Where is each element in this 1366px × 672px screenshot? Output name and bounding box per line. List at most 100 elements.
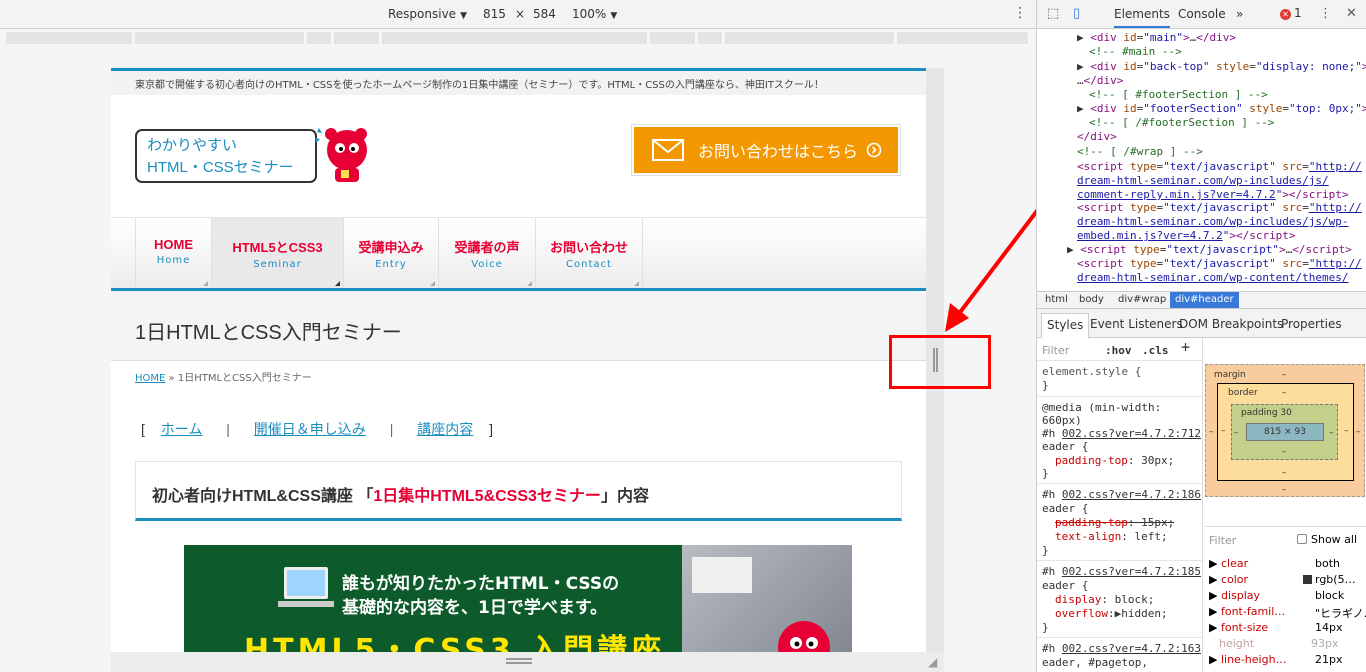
computed-filter-input[interactable]: Filter <box>1209 534 1236 547</box>
add-rule-icon[interactable]: + <box>1181 340 1190 355</box>
divider <box>1037 637 1202 638</box>
style-declaration[interactable]: padding-top: 15px; <box>1055 516 1174 529</box>
dom-node[interactable]: <script type="text/javascript" src="http… <box>1077 201 1362 215</box>
site-logo[interactable]: わかりやすい HTML・CSSセミナー <box>135 129 317 183</box>
box-border-right: – <box>1344 426 1349 436</box>
website-page: 東京都で開催する初心者向けのHTML・CSSを使ったホームページ制作の1日集中講… <box>111 68 926 652</box>
show-all-checkbox[interactable]: Show all <box>1297 533 1357 546</box>
expand-triangle-icon: ▶ <box>1209 589 1221 602</box>
dom-node[interactable]: <script type="text/javascript" src="http… <box>1077 160 1362 174</box>
styles-filter-input[interactable]: Filter <box>1042 344 1069 357</box>
dom-node[interactable]: ▶ <script type="text/javascript">…</scri… <box>1067 243 1352 257</box>
cls-toggle[interactable]: .cls <box>1142 344 1169 357</box>
dom-node[interactable]: dream-html-seminar.com/wp-includes/js/wp… <box>1077 215 1349 229</box>
style-rule[interactable]: #h 002.css?ver=4.7.2:712 <box>1042 427 1201 440</box>
subtab-dom-breakpoints[interactable]: DOM Breakpoints <box>1179 317 1283 331</box>
more-options-icon[interactable]: ⋮ <box>1319 6 1332 21</box>
subtab-properties[interactable]: Properties <box>1281 317 1342 331</box>
width-input[interactable]: 815 <box>483 7 506 21</box>
crumb-html[interactable]: html <box>1045 294 1068 305</box>
media-query-segment[interactable] <box>382 32 648 44</box>
subnav-link-home[interactable]: ホーム <box>161 421 203 437</box>
style-rule[interactable]: element.style { <box>1042 365 1141 378</box>
nav-item-home[interactable]: HOME Home <box>135 218 211 290</box>
contact-cta-label: お問い合わせはこちら <box>698 144 859 161</box>
inspect-element-icon[interactable]: ⬚ <box>1047 6 1059 21</box>
mascot-icon <box>778 621 830 652</box>
style-rule[interactable]: #h 002.css?ver=4.7.2:185 <box>1042 565 1201 578</box>
subtab-event-listeners[interactable]: Event Listeners <box>1090 317 1183 331</box>
dom-node[interactable]: embed.min.js?ver=4.7.2"></script> <box>1077 229 1296 243</box>
dom-node[interactable]: </div> <box>1077 130 1117 144</box>
media-query-segment[interactable] <box>307 32 332 44</box>
error-counter[interactable]: ✕ 1 <box>1280 6 1302 20</box>
media-query-segment[interactable] <box>6 32 133 44</box>
computed-row[interactable]: ▶ display block <box>1209 589 1344 602</box>
breadcrumb-home-link[interactable]: HOME <box>135 373 165 384</box>
nav-item-contact[interactable]: お問い合わせ Contact <box>535 218 643 290</box>
expand-triangle-icon: ▶ <box>1209 557 1221 570</box>
dom-node[interactable]: dream-html-seminar.com/wp-content/themes… <box>1077 271 1349 285</box>
style-declaration[interactable]: padding-top: 30px; <box>1055 454 1174 467</box>
corner-resize-icon[interactable]: ◢ <box>928 655 942 669</box>
media-query-bar[interactable] <box>0 29 1036 47</box>
media-query-segment[interactable] <box>725 32 895 44</box>
computed-row[interactable]: height 93px <box>1219 637 1339 650</box>
media-query-segment[interactable] <box>334 32 380 44</box>
style-rule[interactable]: #h 002.css?ver=4.7.2:186 <box>1042 488 1201 501</box>
media-query-segment[interactable] <box>650 32 696 44</box>
dom-node[interactable]: comment-reply.min.js?ver=4.7.2"></script… <box>1077 188 1349 202</box>
tab-console[interactable]: Console <box>1178 7 1226 21</box>
hov-toggle[interactable]: :hov <box>1105 344 1132 357</box>
style-rule[interactable]: #h 002.css?ver=4.7.2:163 <box>1042 642 1201 655</box>
computed-row[interactable]: ▶ font-famil… "ヒラギノ… <box>1209 605 1366 620</box>
tab-elements[interactable]: Elements <box>1114 7 1170 28</box>
more-options-icon[interactable]: ⋮ <box>1013 5 1027 21</box>
crumb-body[interactable]: body <box>1079 294 1104 305</box>
dom-comment[interactable]: <!-- [ #footerSection ] --> <box>1089 88 1268 102</box>
crumb-header[interactable]: div#header <box>1170 292 1239 308</box>
style-declaration[interactable]: display: block; <box>1055 593 1154 606</box>
computed-prop: color <box>1220 573 1249 586</box>
crumb-wrap[interactable]: div#wrap <box>1118 294 1166 305</box>
dom-node[interactable]: ▶ <div id="footerSection" style="top: 0p… <box>1077 102 1366 116</box>
divider <box>1037 396 1202 397</box>
media-query-segment[interactable] <box>897 32 1029 44</box>
times-sign: × <box>515 7 526 21</box>
dom-comment[interactable]: <!-- [ /#wrap ] --> <box>1077 145 1203 159</box>
device-toggle-icon[interactable]: ▯ <box>1073 6 1080 21</box>
computed-row[interactable]: ▶ clear both <box>1209 557 1340 570</box>
contact-cta-button[interactable]: お問い合わせはこちら <box>631 124 901 176</box>
zoom-select[interactable]: 100% ▼ <box>572 7 617 21</box>
dom-comment[interactable]: <!-- [ /#footerSection ] --> <box>1089 116 1274 130</box>
style-declaration[interactable]: text-align: left; <box>1055 530 1168 543</box>
dom-node[interactable]: <script type="text/javascript" src="http… <box>1077 257 1362 271</box>
dom-node[interactable]: ▶ <div id="main">…</div> <box>1077 31 1236 45</box>
nav-item-entry[interactable]: 受講申込み Entry <box>343 218 438 290</box>
subnav-link-content[interactable]: 講座内容 <box>417 421 473 437</box>
divider <box>1037 560 1202 561</box>
dom-comment[interactable]: <!-- #main --> <box>1089 45 1182 59</box>
subtab-styles[interactable]: Styles <box>1041 313 1090 338</box>
computed-row[interactable]: ▶ color rgb(5… <box>1209 573 1356 586</box>
dom-node[interactable]: ▶ <div id="back-top" style="display: non… <box>1077 60 1366 74</box>
media-query-segment[interactable] <box>698 32 723 44</box>
projector-screen <box>692 557 752 593</box>
contact-cta-inner: お問い合わせはこちら <box>634 127 898 173</box>
dom-node[interactable]: dream-html-seminar.com/wp-includes/js/ <box>1077 174 1329 188</box>
error-count: 1 <box>1294 6 1302 20</box>
media-query-segment[interactable] <box>135 32 305 44</box>
dom-node[interactable]: …</div> <box>1077 74 1123 88</box>
computed-row[interactable]: ▶ font-size 14px <box>1209 621 1343 634</box>
nav-item-voice[interactable]: 受講者の声 Voice <box>438 218 535 290</box>
more-tabs-icon[interactable]: » <box>1236 7 1243 21</box>
close-icon[interactable]: ✕ <box>1346 6 1357 21</box>
device-select[interactable]: Responsive ▼ <box>388 7 467 21</box>
computed-row[interactable]: ▶ line-heigh… 21px <box>1209 653 1343 666</box>
resize-handle-icon[interactable] <box>506 658 532 664</box>
height-input[interactable]: 584 <box>533 7 556 21</box>
computed-prop: line-heigh… <box>1220 653 1287 666</box>
nav-item-seminar[interactable]: HTML5とCSS3 Seminar <box>211 218 343 290</box>
subnav-link-schedule[interactable]: 開催日＆申し込み <box>254 421 366 437</box>
style-declaration[interactable]: overflow:▶hidden; <box>1055 607 1168 620</box>
